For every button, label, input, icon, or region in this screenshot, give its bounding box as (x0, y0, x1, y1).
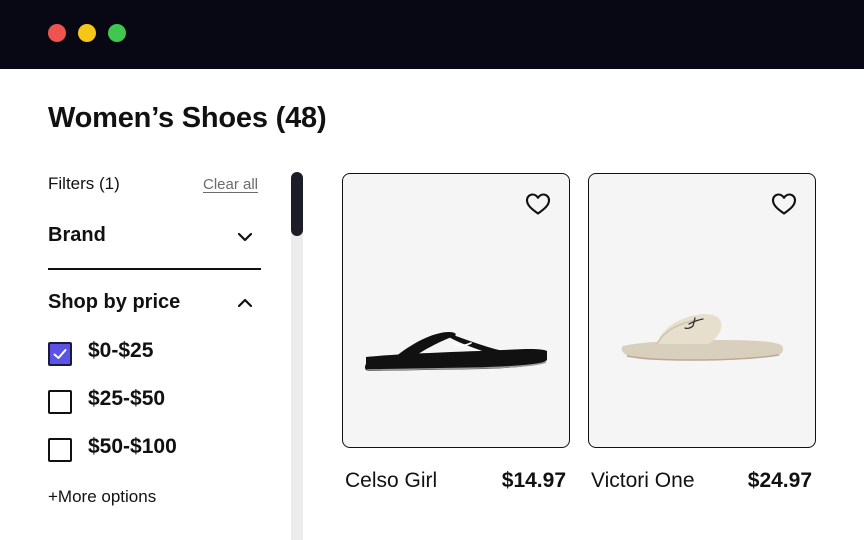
product-price: $14.97 (501, 469, 566, 492)
window-maximize-button[interactable] (108, 24, 126, 42)
product-name[interactable]: Victori One (591, 469, 695, 493)
page-title: Women’s Shoes (48) (48, 102, 327, 134)
brand-filter-title: Brand (48, 224, 106, 246)
heart-icon[interactable] (771, 192, 797, 216)
price-option-25-50[interactable]: $25-$50 (48, 387, 248, 416)
price-option-label: $0-$25 (88, 339, 154, 362)
slide-sandal-image (621, 314, 784, 361)
product-price: $24.97 (747, 469, 812, 492)
flip-flop-image (365, 332, 547, 371)
price-option-label: $50-$100 (88, 435, 177, 458)
price-option-50-100[interactable]: $50-$100 (48, 435, 248, 464)
price-option-label: $25-$50 (88, 387, 166, 410)
price-filter-title: Shop by price (48, 291, 181, 313)
window-close-button[interactable] (48, 24, 66, 42)
chevron-down-icon (237, 232, 253, 242)
price-option-0-25[interactable]: $0-$25 (48, 339, 248, 368)
more-options-link[interactable]: +More options (48, 487, 156, 507)
window-titlebar (0, 0, 864, 69)
price-checkbox-checked[interactable] (48, 342, 72, 366)
product-card-celso-girl[interactable] (342, 173, 570, 448)
clear-all-link[interactable]: Clear all (203, 176, 258, 193)
filter-divider (48, 268, 261, 270)
checkmark-icon (53, 349, 67, 359)
price-checkbox[interactable] (48, 390, 72, 414)
scrollbar-thumb[interactable] (291, 172, 303, 236)
price-checkbox[interactable] (48, 438, 72, 462)
filters-heading: Filters (1) (48, 174, 120, 193)
product-card-victori-one[interactable] (588, 173, 816, 448)
chevron-up-icon (237, 298, 253, 308)
heart-icon[interactable] (525, 192, 551, 216)
window-minimize-button[interactable] (78, 24, 96, 42)
product-name[interactable]: Celso Girl (345, 469, 437, 493)
